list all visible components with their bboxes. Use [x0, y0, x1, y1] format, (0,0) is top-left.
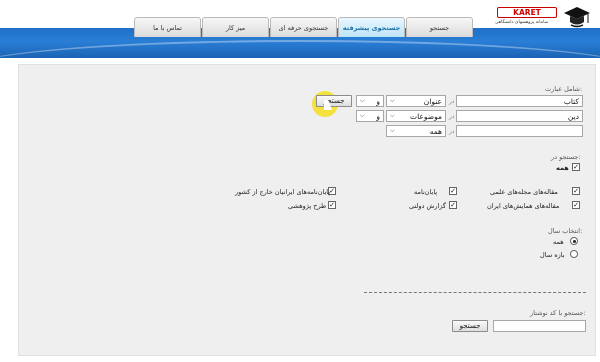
label-year-range: بازه سال — [540, 251, 565, 259]
author-code-input[interactable] — [493, 320, 586, 332]
radio-year-all[interactable] — [570, 237, 578, 245]
tab-professional-search[interactable]: جستجوی حرفه ای — [270, 17, 337, 37]
in-label-2: در — [449, 113, 455, 120]
advanced-search-panel — [18, 64, 596, 356]
operator-select-2-value: و — [376, 111, 380, 121]
label-government-reports: گزارش دولتی — [409, 202, 447, 210]
field-select-3-value: همه — [429, 126, 442, 136]
chevron-down-icon: ⌵ — [360, 97, 365, 104]
field-select-1-value: عنوان — [423, 96, 442, 106]
operator-select-1[interactable]: ⌵ و — [356, 95, 384, 107]
tab-advanced-search[interactable]: جستجوی پیشرفته — [338, 17, 405, 37]
section-divider — [364, 292, 586, 293]
phrase-input-2[interactable]: دین — [456, 110, 583, 122]
chevron-down-icon: ⌵ — [390, 97, 395, 104]
year-label: انتخاب سال: — [548, 227, 583, 235]
logo-subtitle: سامانه پژوهشهای دانشگاهی — [495, 20, 549, 25]
search-button[interactable]: جستجو — [316, 95, 352, 107]
author-code-label: جستجو با کد نوشتار: — [530, 309, 586, 317]
phrase-input-3[interactable] — [456, 125, 583, 137]
label-research-projects: طرح پژوهشی — [288, 202, 327, 210]
tab-workdesk[interactable]: میز کار — [202, 17, 269, 37]
logo-wordmark: KARET — [497, 7, 557, 18]
all-sources-label: همه — [556, 164, 569, 172]
radio-year-range[interactable] — [570, 250, 578, 258]
label-journal-articles: مقاله‌های مجله‌های علمی — [490, 188, 558, 196]
nav-tabs: تماس با ما میز کار جستجوی حرفه ای جستجوی… — [134, 17, 474, 37]
all-sources-checkbox[interactable]: ✓ — [572, 163, 580, 171]
chevron-down-icon: ⌵ — [390, 112, 395, 119]
in-label-1: در — [449, 98, 455, 105]
phrase-input-1[interactable]: کتاب — [456, 95, 583, 107]
checkbox-government-reports[interactable]: ✓ — [449, 201, 457, 209]
field-select-2[interactable]: ⌵ موضوعات — [386, 110, 446, 122]
checkbox-conference-articles[interactable]: ✓ — [572, 201, 580, 209]
in-label-3: در — [449, 128, 455, 135]
operator-select-1-value: و — [376, 96, 380, 106]
mouse-cursor-icon — [324, 100, 332, 110]
field-select-2-value: موضوعات — [410, 111, 442, 121]
label-conference-articles: مقاله‌های همایش‌های ایران — [487, 202, 560, 210]
label-theses-abroad: پایان‌نامه‌های ایرانیان خارج از کشور — [235, 188, 331, 196]
tab-search[interactable]: جستجو — [406, 17, 473, 37]
field-select-1[interactable]: ⌵ عنوان — [386, 95, 446, 107]
checkbox-research-projects[interactable]: ✓ — [328, 201, 336, 209]
checkbox-journal-articles[interactable]: ✓ — [572, 187, 580, 195]
chevron-down-icon: ⌵ — [390, 127, 395, 134]
header: تماس با ما میز کار جستجوی حرفه ای جستجوی… — [0, 0, 600, 58]
graduation-cap-icon — [564, 7, 590, 28]
site-logo[interactable]: KARET سامانه پژوهشهای دانشگاهی — [493, 4, 593, 32]
field-select-3[interactable]: ⌵ همه — [386, 125, 446, 137]
chevron-down-icon: ⌵ — [360, 112, 365, 119]
operator-select-2[interactable]: ⌵ و — [356, 110, 384, 122]
author-code-search-button[interactable]: جستجو — [452, 320, 488, 332]
search-in-label: جستجو در: — [551, 153, 581, 161]
checkbox-theses[interactable]: ✓ — [449, 187, 457, 195]
phrase-label: شامل عبارت: — [545, 85, 583, 93]
tab-contact[interactable]: تماس با ما — [134, 17, 201, 37]
label-theses: پایان‌نامه — [414, 188, 438, 196]
label-year-all: همه — [553, 238, 564, 246]
